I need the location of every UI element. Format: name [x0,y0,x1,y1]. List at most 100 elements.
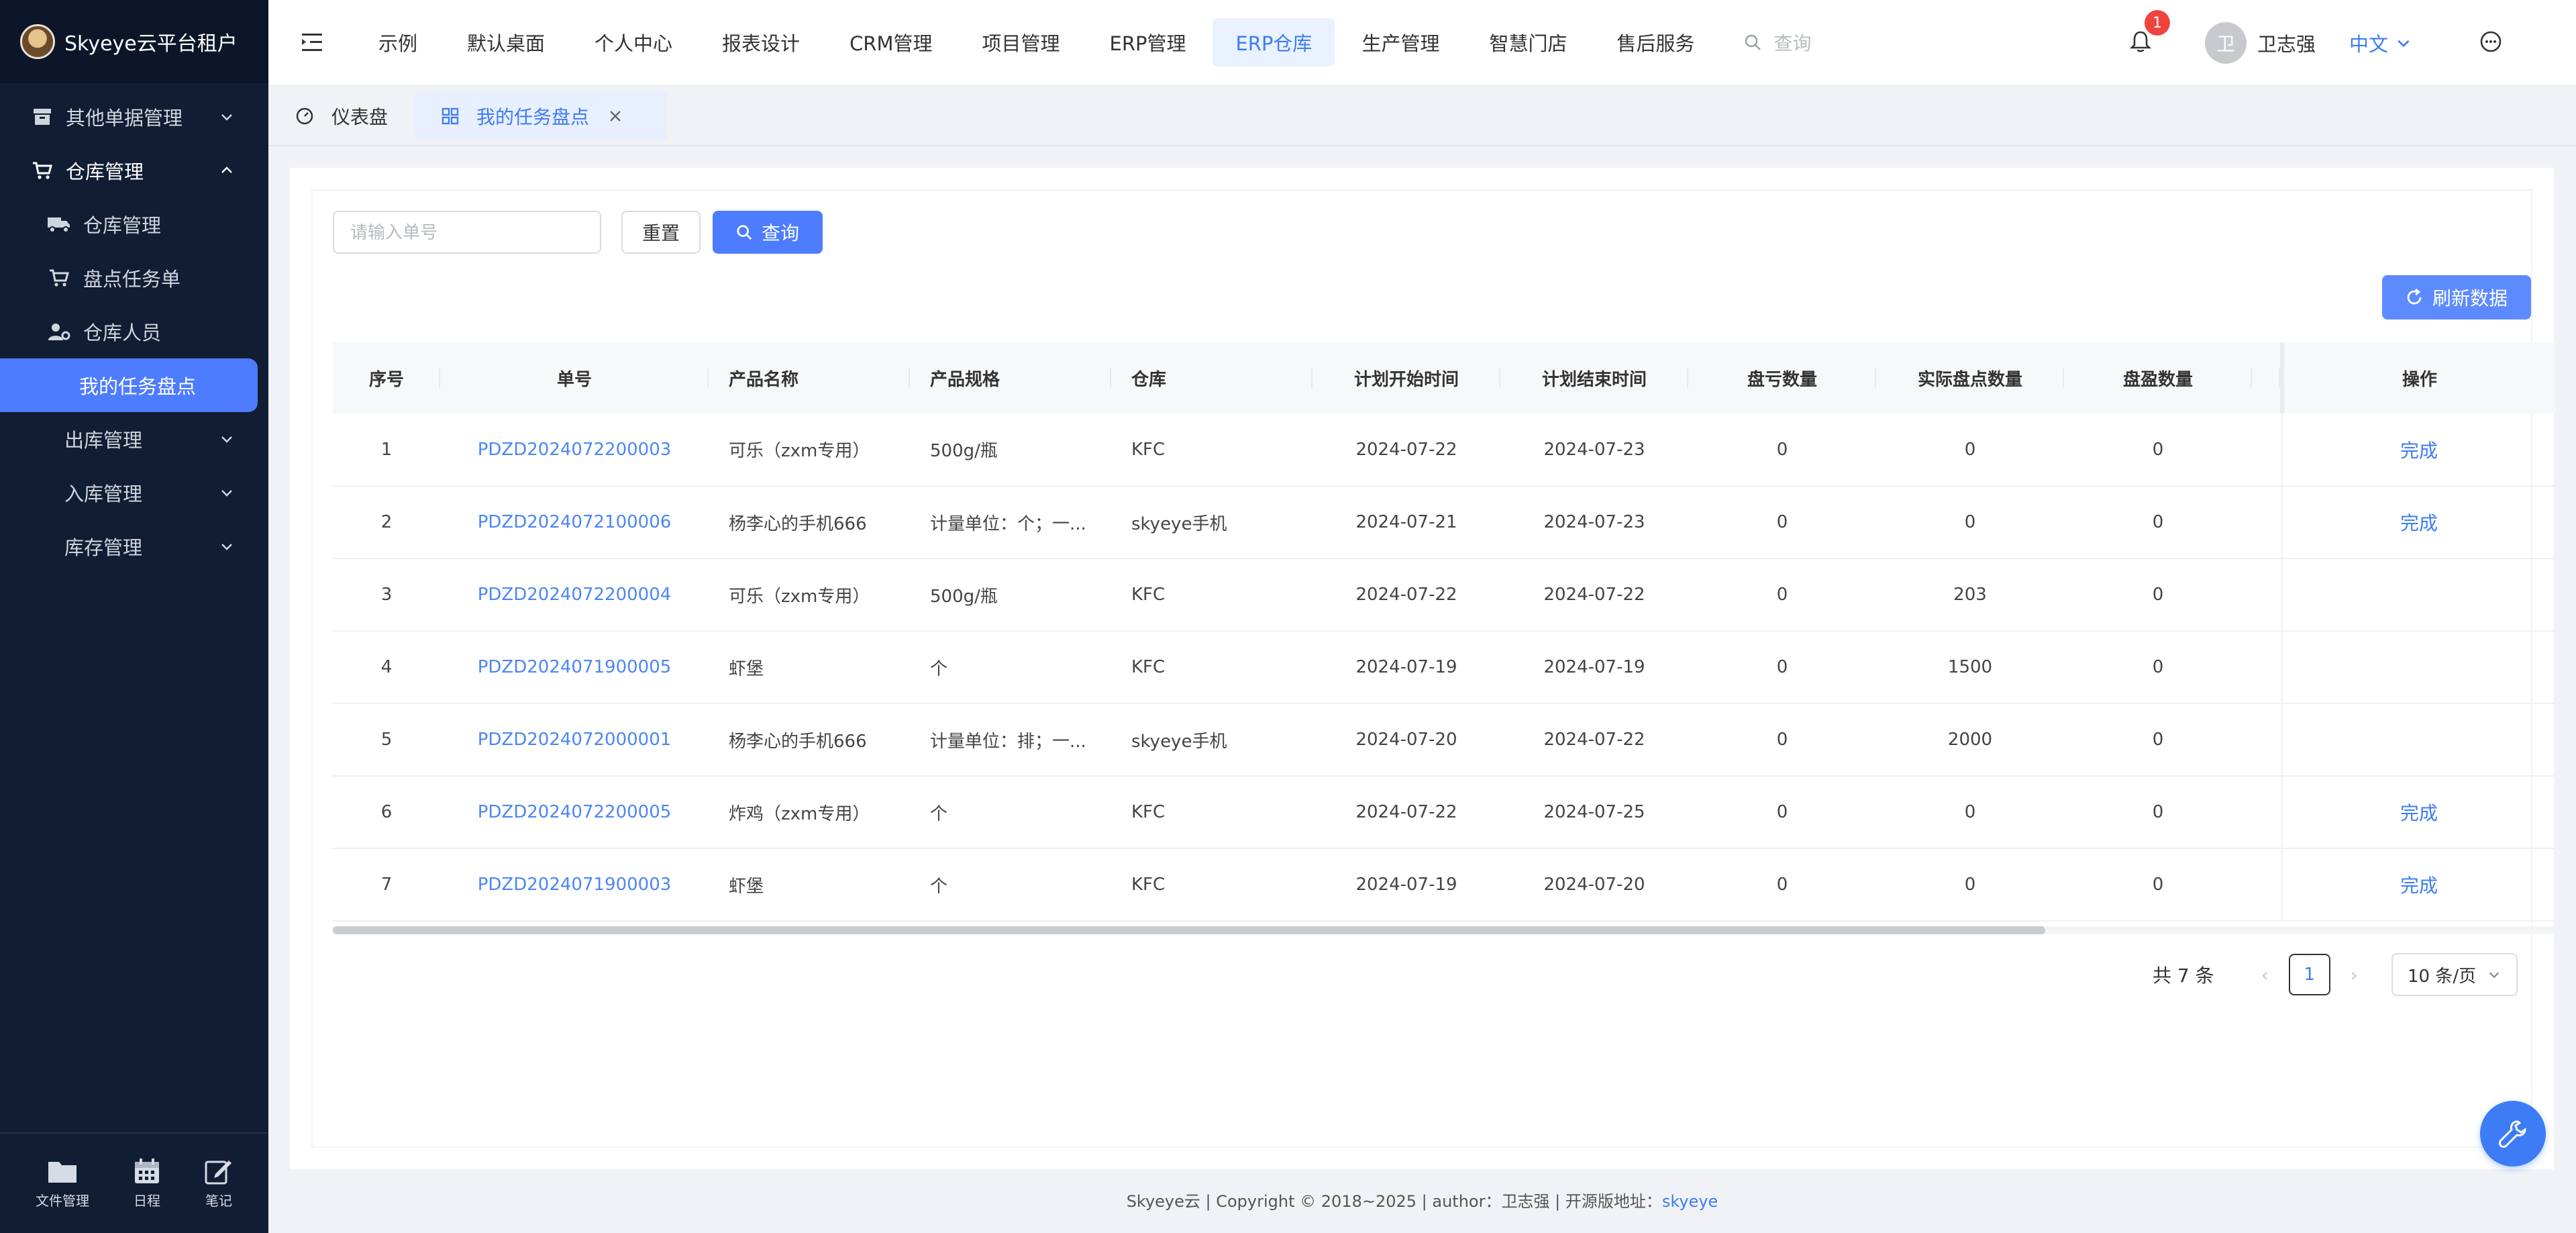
topbar-right: 1 卫 卫志强 中文 [2129,0,2576,86]
close-icon[interactable] [608,109,623,124]
cell-spacer [2252,413,2282,486]
cell-plan-start: 2024-07-22 [1355,585,1457,605]
order-no-link[interactable]: PDZD2024072200003 [440,413,709,486]
sidebar-item-warehouse[interactable]: 仓库管理 [0,144,268,197]
query-button[interactable]: 查询 [713,211,823,254]
sidebar-item-other-docs[interactable]: 其他单据管理 [0,90,268,144]
col-header-plan-end: 计划结束时间 [1500,342,1688,413]
cell-spacer [2252,848,2282,921]
sidebar-subitem-warehouse-staff[interactable]: 仓库人员 [0,305,268,358]
cell-plan-end: 2024-07-23 [1543,512,1645,532]
col-header-action: 操作 [2280,342,2555,413]
nav-item-personal-center[interactable]: 个人中心 [572,18,695,66]
collapse-sidebar-button[interactable] [268,32,356,52]
complete-link[interactable]: 完成 [2281,776,2555,848]
next-page-icon[interactable]: › [2351,964,2358,986]
pagination-total: 共 7 条 [2152,965,2214,987]
sidebar-subitem-warehouse-manage[interactable]: 仓库管理 [0,197,268,251]
sidebar-subitem-stocktake-task[interactable]: 盘点任务单 [0,251,268,305]
nav-item-examples[interactable]: 示例 [356,18,440,66]
cell-spacer [2252,631,2282,703]
sidebar-item-outbound[interactable]: 出库管理 [0,412,268,466]
notes-button[interactable]: 笔记 [205,1158,233,1210]
footer-link[interactable]: skyeye [1662,1192,1718,1211]
tool-fab-button[interactable] [2480,1101,2546,1167]
cell-actual-qty: 0 [1964,439,1976,460]
col-header-order-no: 单号 [440,342,709,413]
avatar[interactable]: 卫 [2204,22,2247,64]
order-no-link[interactable]: PDZD2024072000001 [440,703,709,776]
table-row: 5 PDZD2024072000001 杨李心的手机666 计量单位：排；一... sk… [333,703,2555,776]
message-button[interactable] [2479,30,2502,56]
chevron-down-icon [2489,972,2500,979]
sidebar-item-label: 库存管理 [64,536,143,559]
col-header-product-name: 产品名称 [709,342,910,413]
nav-item-after-sales[interactable]: 售后服务 [1594,18,1717,66]
brand-logo [20,24,55,59]
folder-icon [48,1161,76,1183]
cell-index: 7 [380,875,393,895]
page-number-button[interactable]: 1 [2288,954,2330,995]
cell-actual-qty: 2000 [1947,730,1993,750]
cell-actual-qty: 0 [1964,875,1976,895]
cell-product-name: 炸鸡（zxm专用） [729,803,870,824]
nav-item-smart-store[interactable]: 智慧门店 [1466,18,1590,66]
page-size-select[interactable]: 10 条/页 [2391,953,2518,996]
footer: Skyeye云 | Copyright © 2018~2025 | author… [268,1188,2576,1222]
nav-item-erp[interactable]: ERP管理 [1087,18,1209,66]
nav-item-erp-warehouse[interactable]: ERP仓库 [1213,18,1335,66]
nav-search[interactable]: 查询 [1744,29,1812,56]
prev-page-icon[interactable]: ‹ [2261,964,2269,986]
language-switcher[interactable]: 中文 [2349,29,2412,57]
order-no-link[interactable]: PDZD2024071900005 [440,631,709,703]
cell-plan-end: 2024-07-22 [1543,585,1645,605]
complete-link[interactable]: 完成 [2281,848,2555,921]
cell-product-name: 可乐（zxm专用） [729,441,870,461]
cell-spec: 500g/瓶 [930,441,998,461]
chevron-down-icon [221,544,232,550]
cell-spec: 计量单位：个；一... [930,513,1086,534]
order-no-link[interactable]: PDZD2024071900003 [440,848,709,921]
user-name[interactable]: 卫志强 [2257,29,2316,57]
sidebar-subitem-my-stocktake[interactable]: 我的任务盘点 [0,358,258,412]
refresh-data-button[interactable]: 刷新数据 [2382,275,2531,319]
complete-link[interactable]: 完成 [2281,413,2555,486]
brand[interactable]: Skyeye云平台租户 [0,0,268,83]
edit-icon [205,1160,231,1184]
file-manager-button[interactable]: 文件管理 [36,1158,89,1210]
scrollbar-thumb[interactable] [333,926,2045,934]
nav-item-crm[interactable]: CRM管理 [827,18,955,66]
order-no-link[interactable]: PDZD2024072200005 [440,776,709,848]
sidebar-item-inbound[interactable]: 入库管理 [0,466,268,520]
user-gear-icon [47,319,71,344]
notification-button[interactable]: 1 [2129,10,2170,56]
order-no-link[interactable]: PDZD2024072100006 [440,486,709,558]
cell-plan-start: 2024-07-19 [1355,657,1457,677]
sidebar-item-label: 出库管理 [64,429,143,452]
reset-button[interactable]: 重置 [621,211,701,254]
tool-label: 文件管理 [36,1192,89,1209]
cell-spacer [2252,558,2282,631]
sidebar-item-inventory[interactable]: 库存管理 [0,520,268,573]
nav-item-production[interactable]: 生产管理 [1339,18,1462,66]
stocktake-table: 序号 单号 产品名称 产品规格 仓库 计划开始时间 计划结束时间 盘亏数量 实际… [333,342,2555,933]
horizontal-scrollbar[interactable] [333,926,2555,934]
chevron-down-icon [221,436,232,443]
cell-loss-qty: 0 [1776,585,1788,605]
nav-item-project[interactable]: 项目管理 [959,18,1082,66]
table-header-row: 序号 单号 产品名称 产品规格 仓库 计划开始时间 计划结束时间 盘亏数量 实际… [333,342,2555,413]
order-no-link[interactable]: PDZD2024072200004 [440,558,709,631]
tab-my-stocktake[interactable]: 我的任务盘点 [415,92,668,140]
complete-link[interactable]: 完成 [2281,486,2555,558]
archive-icon [31,105,54,128]
cell-plan-start: 2024-07-21 [1355,512,1457,532]
tab-dashboard[interactable]: 仪表盘 [268,92,415,140]
nav-item-report-design[interactable]: 报表设计 [699,18,823,66]
table-row: 6 PDZD2024072200005 炸鸡（zxm专用） 个 KFC 2024-07-2… [333,776,2555,848]
cell-gain-qty: 0 [2152,585,2164,605]
order-no-input[interactable] [333,211,601,254]
schedule-button[interactable]: 日程 [134,1158,160,1210]
nav-item-default-desktop[interactable]: 默认桌面 [444,18,568,66]
top-nav: 示例 默认桌面 个人中心 报表设计 CRM管理 项目管理 ERP管理 ERP仓库… [356,0,1721,85]
refresh-icon [2407,289,2422,305]
